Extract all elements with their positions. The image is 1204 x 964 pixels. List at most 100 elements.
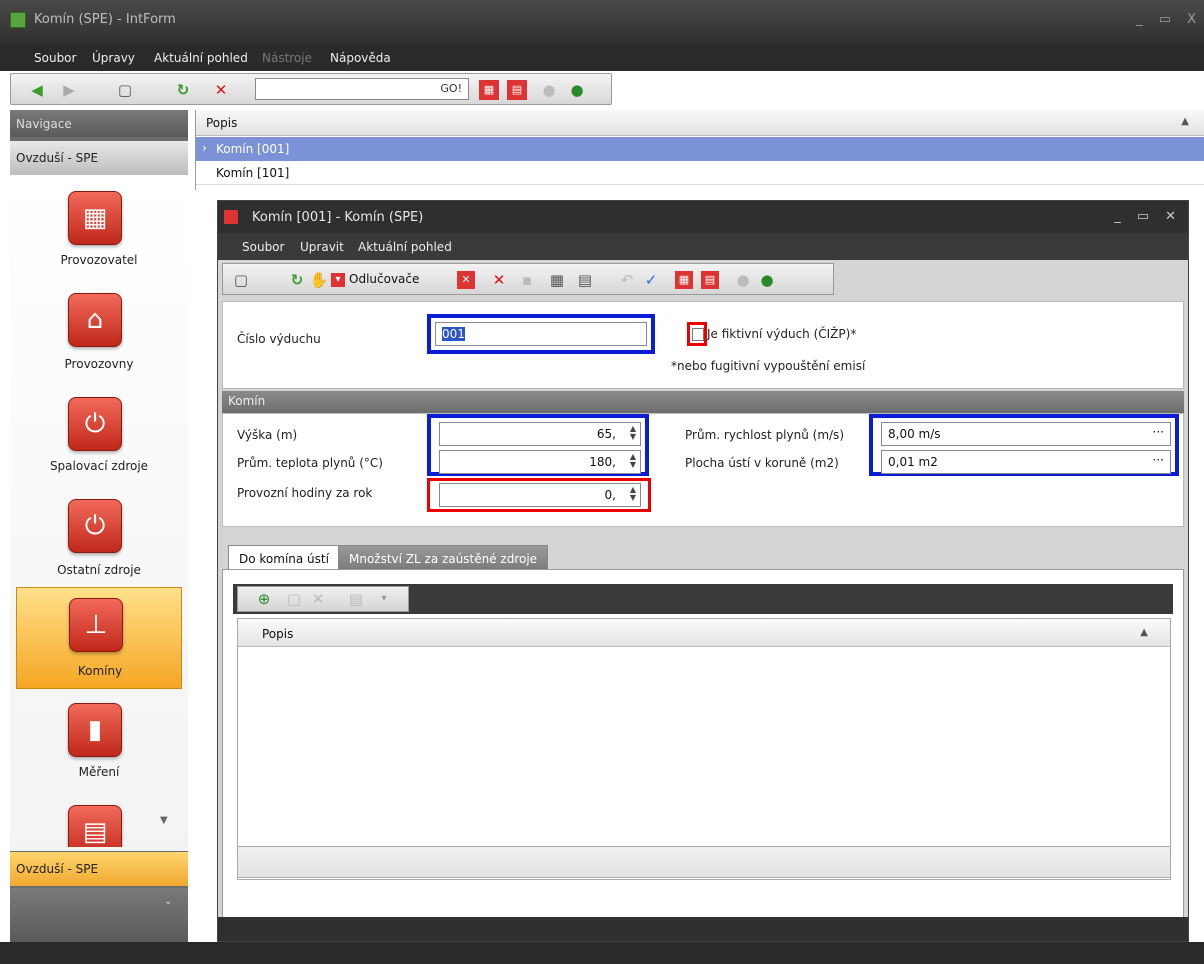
chart-icon: ▮ xyxy=(68,703,122,757)
sub-grid-footer xyxy=(237,846,1171,878)
tab-do-komina-usti[interactable]: Do komína ústí xyxy=(228,545,340,571)
scroll-down-icon[interactable]: ▼ xyxy=(160,815,168,826)
down-icon[interactable]: ● xyxy=(757,270,777,290)
maximize-button[interactable]: ▭ xyxy=(1159,12,1171,27)
hand-icon[interactable]: ✋ xyxy=(309,270,329,290)
detail-maximize-button[interactable]: ▭ xyxy=(1137,209,1149,224)
chevron-down-icon[interactable]: ⌄ xyxy=(164,896,172,907)
menu-aktualni-pohled[interactable]: Aktuální pohled xyxy=(154,51,248,65)
menu-napoveda[interactable]: Nápověda xyxy=(330,51,391,65)
detail-menu-soubor[interactable]: Soubor xyxy=(242,240,284,254)
copy-icon[interactable]: ▤ xyxy=(346,589,366,609)
chevron-down-icon[interactable]: ▾ xyxy=(374,589,394,609)
plocha-input[interactable]: 0,01 m2 ··· xyxy=(881,450,1171,474)
check-icon[interactable]: ✓ xyxy=(641,270,661,290)
up-icon[interactable]: ● xyxy=(733,270,753,290)
tab-mnozstvi-zl[interactable]: Množství ZL za zaústěné zdroje xyxy=(338,545,549,571)
nav-item-label: Provozovny xyxy=(64,357,134,371)
detail-close-button[interactable]: ✕ xyxy=(1165,209,1176,224)
sort-asc-icon: ▲ xyxy=(1181,116,1189,127)
main-toolbar: ◀ ▶ ▢ ↻ ✕ GO! ▦ ▤ ● ● xyxy=(10,73,612,105)
menu-upravy[interactable]: Úpravy xyxy=(92,51,135,65)
nav-item-more[interactable]: ▤ xyxy=(16,797,182,847)
nav-item-spalovaci-zdroje[interactable]: ⏻ Spalovací zdroje xyxy=(16,389,182,491)
refresh-icon[interactable]: ↻ xyxy=(287,270,307,290)
hodiny-input[interactable]: 0, ▲ ▼ xyxy=(439,483,641,507)
add-icon[interactable]: ⊕ xyxy=(254,589,274,609)
copy-icon[interactable]: ▦ xyxy=(547,270,567,290)
report-icon[interactable]: ▦ xyxy=(675,271,693,289)
ellipsis-button[interactable]: ··· xyxy=(1153,425,1164,439)
nav-item-provozovny[interactable]: ⌂ Provozovny xyxy=(16,285,182,387)
rychlost-value: 8,00 m/s xyxy=(888,427,941,441)
rychlost-input[interactable]: 8,00 m/s ··· xyxy=(881,422,1171,446)
spinner-icon[interactable]: ▲ ▼ xyxy=(628,486,636,502)
nav-item-label: Spalovací zdroje xyxy=(49,459,149,473)
menu-nastroje[interactable]: Nástroje xyxy=(262,51,312,65)
refresh-icon[interactable]: ↻ xyxy=(173,80,193,100)
export-icon[interactable]: ▤ xyxy=(507,80,527,100)
nav-group-header[interactable]: Ovzduší - SPE xyxy=(10,141,188,175)
up-icon[interactable]: ● xyxy=(539,80,559,100)
nav-item-provozovatel[interactable]: ▦ Provozovatel xyxy=(16,183,182,285)
nav-item-kominy[interactable]: ⊥ Komíny xyxy=(16,587,182,689)
print-icon[interactable]: ▤ xyxy=(575,270,595,290)
detail-status-bar xyxy=(218,917,1188,941)
tab-panel: ⊕ ▢ ✕ ▤ ▾ Popis ▲ xyxy=(222,569,1184,931)
down-icon[interactable]: ● xyxy=(567,80,587,100)
vyska-input[interactable]: 65, ▲ ▼ xyxy=(439,422,641,446)
detail-window: Komín [001] - Komín (SPE) _ ▭ ✕ Soubor U… xyxy=(217,200,1189,942)
detail-menu-aktualni-pohled[interactable]: Aktuální pohled xyxy=(358,240,452,254)
nav-group-bottom[interactable]: Ovzduší - SPE xyxy=(10,852,188,886)
teplota-input[interactable]: 180, ▲ ▼ xyxy=(439,450,641,474)
cislo-vyduchu-value: 001 xyxy=(442,327,465,341)
back-icon[interactable]: ◀ xyxy=(27,80,47,100)
grid-header[interactable]: Popis ▲ xyxy=(196,110,1204,136)
new-document-icon[interactable]: ▢ xyxy=(231,270,251,290)
cancel-icon[interactable]: ✕ xyxy=(457,271,475,289)
undo-icon[interactable]: ↶ xyxy=(617,270,637,290)
fiktivni-checkbox[interactable] xyxy=(692,328,704,341)
go-input[interactable]: GO! xyxy=(255,78,469,100)
menu-soubor[interactable]: Soubor xyxy=(34,51,76,65)
cislo-vyduchu-input[interactable]: 001 xyxy=(435,322,647,346)
table-row[interactable]: › Komín [001] xyxy=(196,137,1204,161)
report-icon[interactable]: ▦ xyxy=(479,80,499,100)
close-button[interactable]: X xyxy=(1187,12,1196,27)
nav-item-label: Měření xyxy=(78,765,120,779)
go-button[interactable]: GO! xyxy=(440,82,462,95)
odlucovace-button[interactable]: Odlučovače xyxy=(349,272,419,286)
delete-icon[interactable]: ✕ xyxy=(489,270,509,290)
title-bar: Komín (SPE) - IntForm _ ▭ X xyxy=(0,0,1204,44)
detail-toolbar: ▢ ↻ ✋ ▾ Odlučovače ✕ ✕ ▪ ▦ ▤ ↶ ✓ ▦ ▤ ● ● xyxy=(222,263,834,295)
factory-icon: ⌂ xyxy=(68,293,122,347)
spinner-icon[interactable]: ▲ ▼ xyxy=(628,453,636,469)
save-icon[interactable]: ▪ xyxy=(517,270,537,290)
export-icon[interactable]: ▤ xyxy=(701,271,719,289)
nav-list: ▦ Provozovatel ⌂ Provozovny ⏻ Spalovací … xyxy=(10,175,188,851)
highlight-box: 65, ▲ ▼ 180, ▲ ▼ xyxy=(427,414,649,476)
new-document-icon[interactable]: ▢ xyxy=(115,80,135,100)
spinner-icon[interactable]: ▲ ▼ xyxy=(628,425,636,441)
delete-icon[interactable]: ✕ xyxy=(211,80,231,100)
detail-minimize-button[interactable]: _ xyxy=(1114,209,1121,224)
nav-item-mereni[interactable]: ▮ Měření xyxy=(16,695,182,797)
detail-menu-bar: Soubor Upravit Aktuální pohled xyxy=(218,233,1188,260)
main-grid: Popis ▲ › Komín [001] Komín [101] xyxy=(195,110,1204,190)
komin-section-header: Komín xyxy=(222,391,1184,413)
forward-icon[interactable]: ▶ xyxy=(59,80,79,100)
sub-grid-header[interactable]: Popis ▲ xyxy=(238,619,1170,647)
minimize-button[interactable]: _ xyxy=(1136,12,1143,27)
detail-menu-upravit[interactable]: Upravit xyxy=(300,240,344,254)
sub-grid-header-label: Popis xyxy=(262,627,294,641)
delete-icon[interactable]: ✕ xyxy=(308,589,328,609)
edit-icon[interactable]: ▢ xyxy=(284,589,304,609)
table-row[interactable]: Komín [101] xyxy=(196,161,1204,185)
hodiny-label: Provozní hodiny za rok xyxy=(237,486,373,500)
menu-bar: Soubor Úpravy Aktuální pohled Nástroje N… xyxy=(0,44,1204,71)
fiktivni-note: *nebo fugitivní vypouštění emisí xyxy=(671,359,866,373)
plocha-value: 0,01 m2 xyxy=(888,455,938,469)
ellipsis-button[interactable]: ··· xyxy=(1153,453,1164,467)
nav-item-ostatni-zdroje[interactable]: ⏻ Ostatní zdroje xyxy=(16,491,182,593)
sub-grid: Popis ▲ xyxy=(237,618,1171,880)
